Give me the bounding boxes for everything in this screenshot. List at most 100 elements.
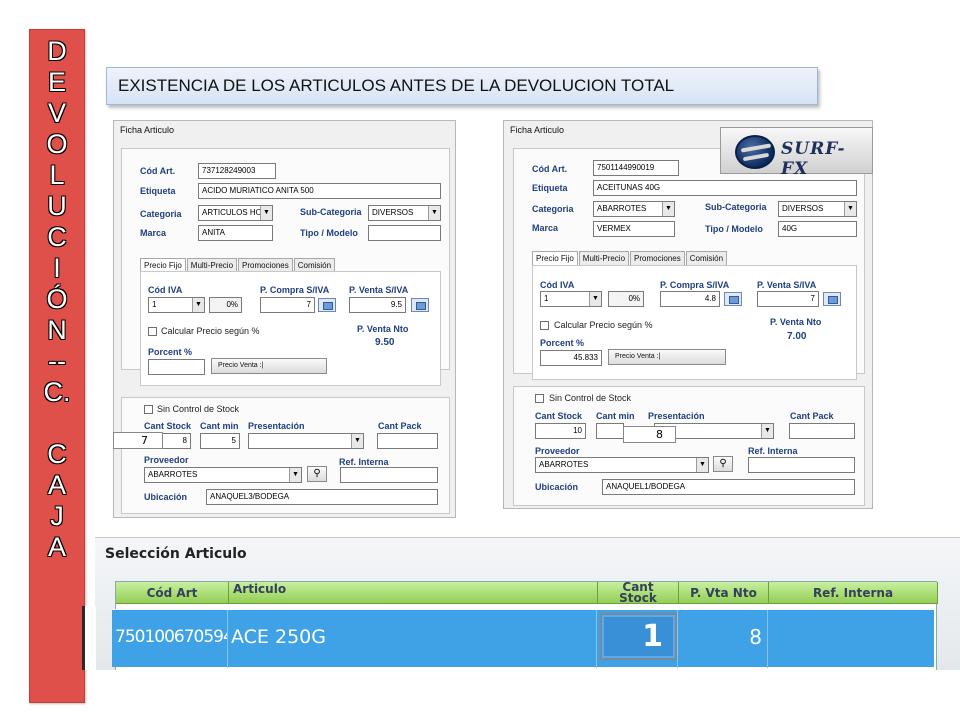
chevron-down-icon[interactable]: ▼ xyxy=(844,202,856,216)
price-tabs: Precio Fijo Multi-Precio Promociones Com… xyxy=(532,251,728,265)
presentacion-select[interactable]: ▼ xyxy=(248,433,364,449)
ref-interna-label: Ref. Interna xyxy=(339,457,389,467)
chevron-down-icon[interactable]: ▼ xyxy=(260,206,272,220)
chevron-down-icon[interactable]: ▼ xyxy=(761,424,773,438)
tipo-modelo-field[interactable] xyxy=(368,225,441,241)
ref-interna-field[interactable] xyxy=(748,457,855,473)
chevron-down-icon[interactable]: ▼ xyxy=(428,206,440,220)
p-venta-nto-value: 7.00 xyxy=(787,331,807,342)
p-compra-label: P. Compra S/IVA xyxy=(260,285,330,295)
p-venta-nto-label: P. Venta Nto xyxy=(770,317,822,327)
p-venta-field[interactable]: 9.5 xyxy=(349,297,406,313)
ubicacion-field[interactable]: ANAQUEL1/BODEGA xyxy=(602,479,855,495)
calcular-checkbox[interactable] xyxy=(148,327,157,336)
tab-multi-precio[interactable]: Multi-Precio xyxy=(186,258,238,272)
p-venta-field[interactable]: 7 xyxy=(757,291,819,307)
cod-art-field[interactable]: 737128249003 xyxy=(198,163,276,179)
cant-stock-field[interactable]: 10 xyxy=(535,423,586,439)
chevron-down-icon[interactable]: ▼ xyxy=(662,202,674,216)
cant-min-field[interactable] xyxy=(596,423,624,439)
cod-iva-label: Cód IVA xyxy=(540,280,575,290)
proveedor-select[interactable]: ABARROTES ▼ xyxy=(144,467,302,483)
p-venta-label: P. Venta S/IVA xyxy=(349,285,409,295)
tipo-modelo-label: Tipo / Modelo xyxy=(300,228,358,238)
search-icon[interactable]: ⚲ xyxy=(307,466,327,482)
calculator-icon[interactable] xyxy=(411,298,429,312)
cant-pack-field[interactable] xyxy=(377,433,438,449)
search-icon[interactable]: ⚲ xyxy=(713,456,733,472)
title-letter: -- xyxy=(48,346,66,376)
column-header-cod-art[interactable]: Cód Art xyxy=(116,582,229,604)
categoria-label: Categoria xyxy=(532,204,574,214)
cant-min-field[interactable]: 5 xyxy=(200,433,240,449)
column-header-cant-stock[interactable]: Cant Stock xyxy=(598,582,679,604)
tab-precio-fijo[interactable]: Precio Fijo xyxy=(532,251,578,265)
porcent-field[interactable] xyxy=(148,359,205,375)
sub-categoria-select[interactable]: DIVERSOS ▼ xyxy=(368,205,441,221)
cod-art-field[interactable]: 7501144990019 xyxy=(593,160,679,176)
title-letter: J xyxy=(50,501,64,531)
chevron-down-icon[interactable]: ▼ xyxy=(589,292,601,306)
iva-percent: 0% xyxy=(209,297,242,313)
ubicacion-field[interactable]: ANAQUEL3/BODEGA xyxy=(206,489,438,505)
title-letter: L xyxy=(49,160,65,190)
tab-promociones[interactable]: Promociones xyxy=(630,251,685,265)
calcular-label: Calcular Precio según % xyxy=(161,326,260,336)
calculator-icon[interactable] xyxy=(724,292,742,306)
cant-pack-field[interactable] xyxy=(789,423,855,439)
sin-control-checkbox[interactable] xyxy=(144,405,153,414)
p-compra-field[interactable]: 4.8 xyxy=(660,291,720,307)
ref-interna-field[interactable] xyxy=(340,467,438,483)
categoria-select[interactable]: ARTICULOS HOG ▼ xyxy=(198,205,273,221)
cod-iva-select[interactable]: 1 ▼ xyxy=(148,297,205,313)
sin-control-checkbox[interactable] xyxy=(535,394,544,403)
precio-venta-button[interactable]: Precio Venta :| xyxy=(608,349,726,365)
etiqueta-field[interactable]: ACIDO MURIATICO ANITA 500 xyxy=(198,183,441,199)
tab-comision[interactable]: Comisión xyxy=(685,251,728,265)
tab-comision[interactable]: Comisión xyxy=(293,258,336,272)
cant-stock-edit-field[interactable]: 1 xyxy=(600,613,677,660)
sin-control-label: Sin Control de Stock xyxy=(549,393,632,403)
page-heading: EXISTENCIA DE LOS ARTICULOS ANTES DE LA … xyxy=(106,67,818,105)
title-letter: A xyxy=(47,470,66,500)
precio-venta-button[interactable]: Precio Venta :| xyxy=(211,358,327,374)
cant-pack-label: Cant Pack xyxy=(790,411,834,421)
proveedor-select[interactable]: ABARROTES ▼ xyxy=(535,457,709,473)
marca-field[interactable]: VERMEX xyxy=(593,221,675,237)
porcent-field[interactable]: 45.833 xyxy=(540,350,602,366)
calcular-checkbox[interactable] xyxy=(540,321,549,330)
ref-interna-label: Ref. Interna xyxy=(748,446,798,456)
chevron-down-icon[interactable]: ▼ xyxy=(192,298,204,312)
marca-field[interactable]: ANITA xyxy=(198,225,273,241)
categoria-select[interactable]: ABARROTES ▼ xyxy=(593,201,675,217)
cant-min-label: Cant min xyxy=(200,421,239,431)
title-letter: C. xyxy=(43,377,71,407)
title-letter: C xyxy=(47,222,67,252)
sub-categoria-select[interactable]: DIVERSOS ▼ xyxy=(778,201,857,217)
chevron-down-icon[interactable]: ▼ xyxy=(696,458,708,472)
column-header-p-vta-nto[interactable]: P. Vta Nto xyxy=(679,582,769,604)
title-letter: D xyxy=(47,36,67,66)
etiqueta-field[interactable]: ACEITUNAS 40G xyxy=(593,180,857,196)
p-compra-field[interactable]: 7 xyxy=(260,297,315,313)
column-header-articulo[interactable]: Articulo xyxy=(229,582,598,604)
chevron-down-icon[interactable]: ▼ xyxy=(289,468,301,482)
vertical-title: D E V O L U C I Ó N -- C. C A J A xyxy=(29,29,85,703)
chevron-down-icon[interactable]: ▼ xyxy=(351,434,363,448)
tab-promociones[interactable]: Promociones xyxy=(238,258,293,272)
title-letter: A xyxy=(47,532,66,562)
cod-iva-select[interactable]: 1 ▼ xyxy=(540,291,602,307)
tipo-modelo-field[interactable]: 40G xyxy=(778,221,857,237)
column-header-ref-interna[interactable]: Ref. Interna xyxy=(769,582,938,604)
calculator-icon[interactable] xyxy=(823,292,841,306)
cant-min-label: Cant min xyxy=(596,411,635,421)
etiqueta-label: Etiqueta xyxy=(532,183,568,193)
calculator-icon[interactable] xyxy=(318,298,336,312)
etiqueta-label: Etiqueta xyxy=(140,186,176,196)
table-row[interactable]: 7501006705942 ACE 250G 8 xyxy=(112,609,934,668)
globe-icon xyxy=(735,135,775,169)
ubicacion-label: Ubicación xyxy=(535,482,579,492)
proveedor-value: ABARROTES xyxy=(539,460,589,469)
tab-multi-precio[interactable]: Multi-Precio xyxy=(578,251,630,265)
tab-precio-fijo[interactable]: Precio Fijo xyxy=(140,258,186,272)
